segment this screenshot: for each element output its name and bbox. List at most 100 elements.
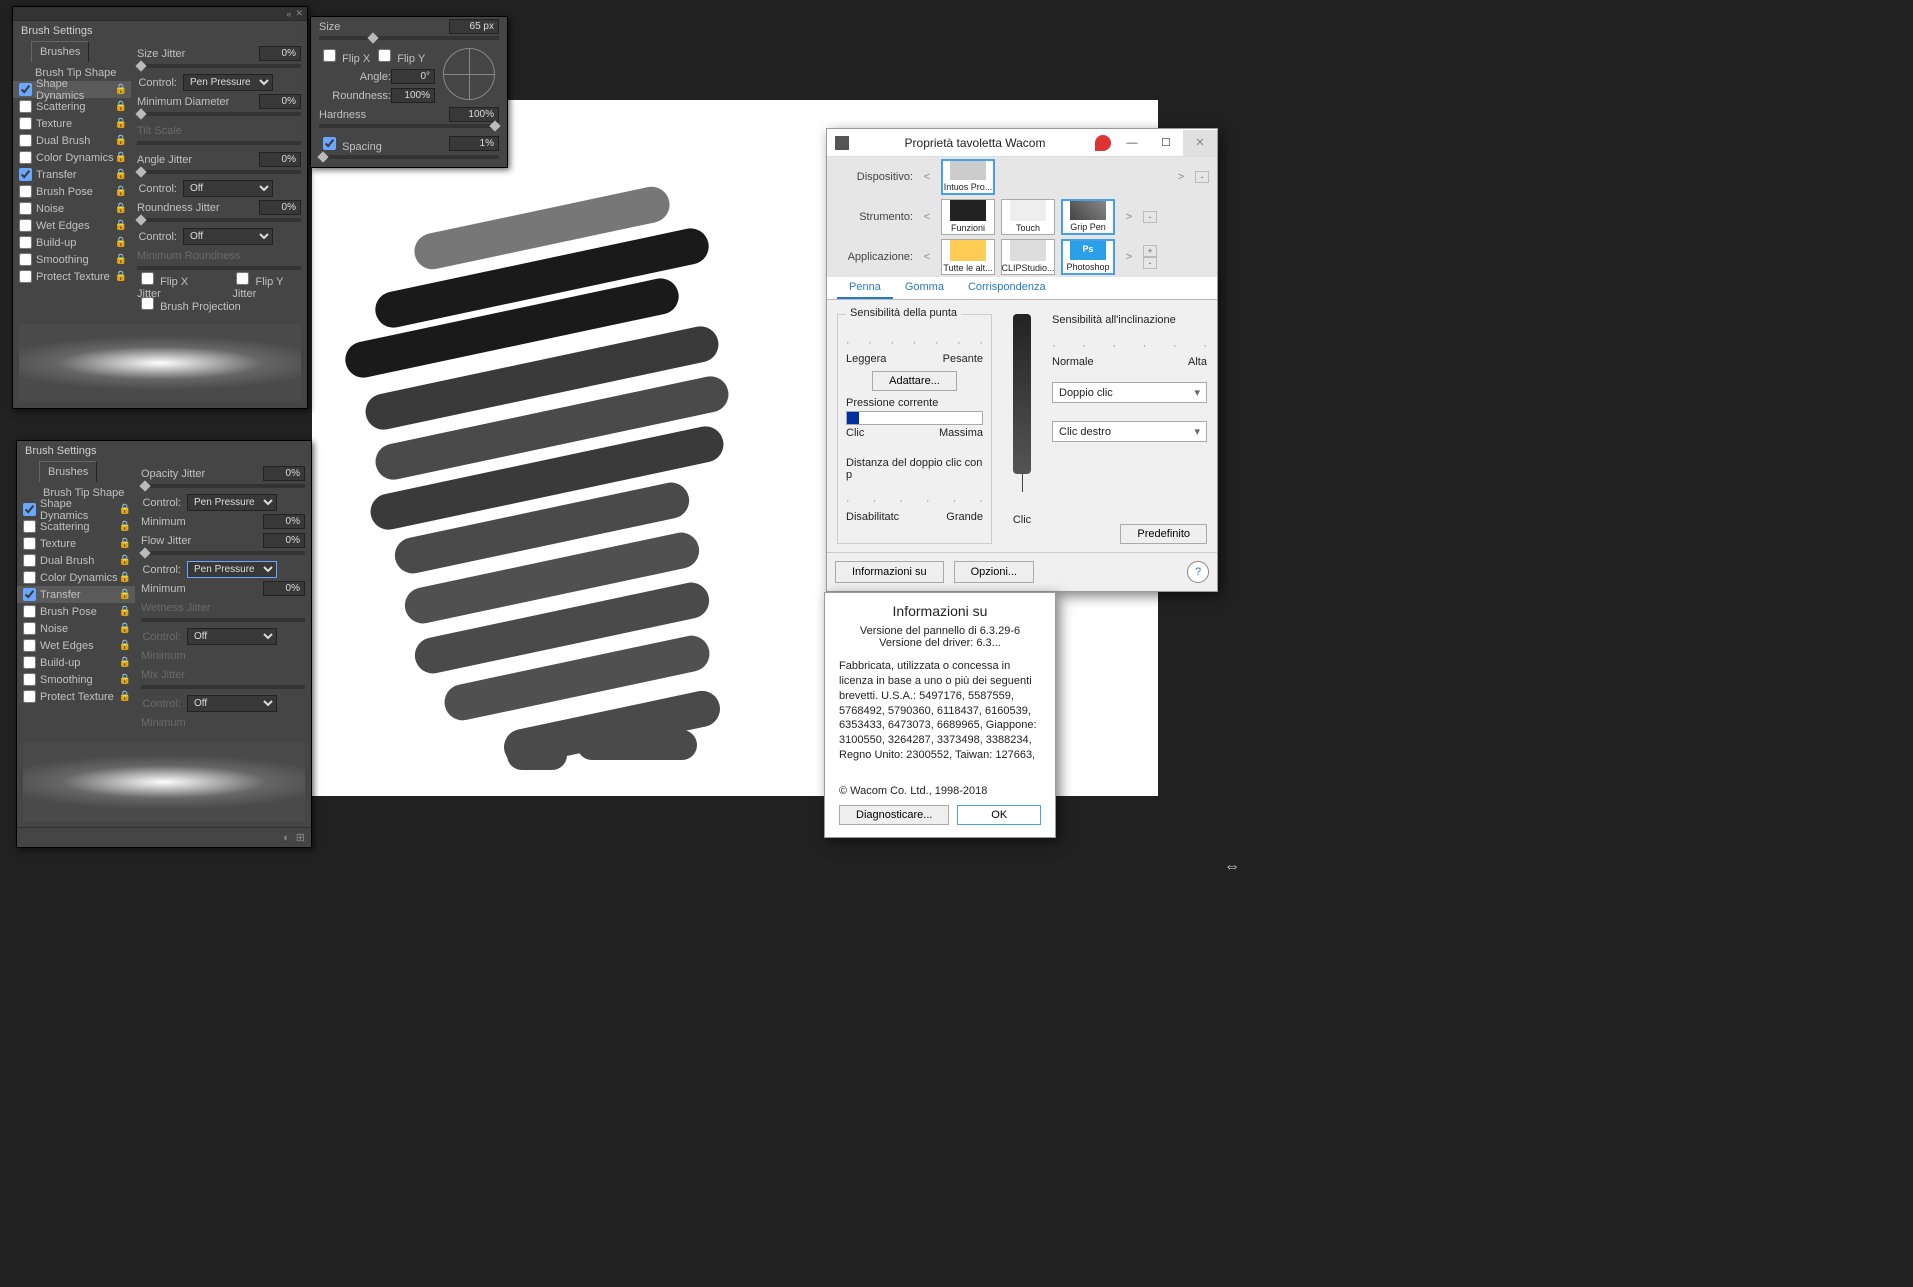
lock-icon[interactable]: 🔒	[115, 135, 127, 146]
spacing-checkbox[interactable]: Spacing	[319, 134, 382, 153]
brush-option-texture[interactable]: Texture🔒	[13, 115, 131, 132]
window-titlebar[interactable]: Proprietà tavoletta Wacom — ☐ ✕	[827, 129, 1217, 157]
remove-tool-button[interactable]: -	[1143, 211, 1157, 223]
brush-option-wet-edges[interactable]: Wet Edges🔒	[13, 217, 131, 234]
tab-mapping[interactable]: Corrispondenza	[956, 277, 1058, 299]
lock-icon[interactable]: 🔒	[115, 220, 127, 231]
opacity-control-select[interactable]: Pen Pressure	[187, 494, 277, 511]
flow-control-select[interactable]: Pen Pressure	[187, 561, 277, 578]
lock-icon[interactable]: 🔒	[115, 271, 127, 282]
collapse-icon[interactable]: «	[286, 9, 291, 19]
brush-option-brush-pose[interactable]: Brush Pose🔒	[17, 603, 135, 620]
brushes-tab[interactable]: Brushes	[31, 41, 89, 62]
roundness-jitter-value[interactable]: 0%	[259, 200, 301, 215]
brush-option-smoothing[interactable]: Smoothing🔒	[17, 671, 135, 688]
lock-icon[interactable]: 🔒	[115, 152, 127, 163]
lock-icon[interactable]: 🔒	[119, 606, 131, 617]
tab-pen[interactable]: Penna	[837, 277, 893, 299]
tilt-sensitivity-slider[interactable]: ······	[1052, 340, 1207, 352]
about-button[interactable]: Informazioni su	[835, 561, 944, 583]
options-button[interactable]: Opzioni...	[954, 561, 1034, 583]
opacity-jitter-value[interactable]: 0%	[263, 466, 305, 481]
brush-option-wet-edges[interactable]: Wet Edges🔒	[17, 637, 135, 654]
lock-icon[interactable]: 🔒	[119, 589, 131, 600]
device-intuos-pro[interactable]: Intuos Pro...	[941, 159, 995, 195]
brush-option-transfer[interactable]: Transfer🔒	[17, 586, 135, 603]
lock-icon[interactable]: 🔒	[119, 674, 131, 685]
angle-jitter-slider[interactable]	[137, 170, 301, 174]
lower-button-select[interactable]: Clic destro	[1052, 421, 1207, 442]
brush-option-color-dynamics[interactable]: Color Dynamics🔒	[17, 569, 135, 586]
roundness-control-select[interactable]: Off	[183, 228, 273, 245]
diagnose-button[interactable]: Diagnosticare...	[839, 805, 949, 825]
opacity-min-value[interactable]: 0%	[263, 514, 305, 529]
brush-option-protect-texture[interactable]: Protect Texture🔒	[13, 268, 131, 285]
spacing-slider[interactable]	[319, 155, 499, 159]
brush-option-smoothing[interactable]: Smoothing🔒	[13, 251, 131, 268]
prev-device-button[interactable]: <	[919, 171, 935, 183]
next-device-button[interactable]: >	[1173, 171, 1189, 183]
minimize-button[interactable]: —	[1115, 130, 1149, 156]
brush-option-build-up[interactable]: Build-up🔒	[17, 654, 135, 671]
brush-option-noise[interactable]: Noise🔒	[13, 200, 131, 217]
size-value[interactable]: 65 px	[449, 19, 499, 34]
min-diameter-value[interactable]: 0%	[259, 94, 301, 109]
opacity-jitter-slider[interactable]	[141, 484, 305, 488]
lock-icon[interactable]: 🔒	[119, 623, 131, 634]
remove-app-button[interactable]: -	[1143, 257, 1157, 269]
lock-icon[interactable]: 🔒	[119, 691, 131, 702]
upper-button-select[interactable]: Doppio clic	[1052, 382, 1207, 403]
app-all[interactable]: Tutte le alt...	[941, 239, 995, 275]
flow-jitter-slider[interactable]	[141, 551, 305, 555]
brush-option-protect-texture[interactable]: Protect Texture🔒	[17, 688, 135, 705]
lock-icon[interactable]: 🔒	[119, 572, 131, 583]
brush-option-texture[interactable]: Texture🔒	[17, 535, 135, 552]
tool-touch[interactable]: Touch	[1001, 199, 1055, 235]
remove-device-button[interactable]: -	[1195, 171, 1209, 183]
brush-option-shape-dynamics[interactable]: Shape Dynamics🔒	[13, 81, 131, 98]
close-icon[interactable]: ✕	[295, 8, 303, 19]
lock-icon[interactable]: 🔒	[119, 504, 131, 515]
brush-option-dual-brush[interactable]: Dual Brush🔒	[17, 552, 135, 569]
min-diameter-slider[interactable]	[137, 112, 301, 116]
brush-option-color-dynamics[interactable]: Color Dynamics🔒	[13, 149, 131, 166]
lock-icon[interactable]: 🔒	[119, 521, 131, 532]
tab-eraser[interactable]: Gomma	[893, 277, 956, 299]
hardness-slider[interactable]	[319, 124, 499, 128]
add-app-button[interactable]: +	[1143, 245, 1157, 257]
maximize-button[interactable]: ☐	[1149, 130, 1183, 156]
panel-titlebar[interactable]: «✕	[13, 7, 307, 21]
brush-option-brush-pose[interactable]: Brush Pose🔒	[13, 183, 131, 200]
prev-tool-button[interactable]: <	[919, 211, 935, 223]
brush-option-noise[interactable]: Noise🔒	[17, 620, 135, 637]
help-button[interactable]: ?	[1187, 561, 1209, 583]
default-button[interactable]: Predefinito	[1120, 524, 1207, 544]
size-jitter-slider[interactable]	[137, 64, 301, 68]
app-photoshop[interactable]: PsPhotoshop	[1061, 239, 1115, 275]
lock-icon[interactable]: 🔒	[119, 538, 131, 549]
lock-icon[interactable]: 🔒	[119, 555, 131, 566]
next-app-button[interactable]: >	[1121, 251, 1137, 263]
close-button[interactable]: ✕	[1183, 130, 1217, 156]
angle-jitter-value[interactable]: 0%	[259, 152, 301, 167]
toggle-preview-icon[interactable]: ◐	[283, 832, 290, 844]
brush-option-shape-dynamics[interactable]: Shape Dynamics🔒	[17, 501, 135, 518]
size-jitter-value[interactable]: 0%	[259, 46, 301, 61]
lock-icon[interactable]: 🔒	[115, 237, 127, 248]
flow-min-value[interactable]: 0%	[263, 581, 305, 596]
brush-projection-checkbox[interactable]: Brush Projection	[137, 294, 241, 313]
tip-sensitivity-slider[interactable]: ·······	[846, 337, 983, 349]
lock-icon[interactable]: 🔒	[115, 186, 127, 197]
angle-control-select[interactable]: Off	[183, 180, 273, 197]
angle-value[interactable]: 0°	[391, 69, 435, 84]
next-tool-button[interactable]: >	[1121, 211, 1137, 223]
brush-option-dual-brush[interactable]: Dual Brush🔒	[13, 132, 131, 149]
size-slider[interactable]	[319, 36, 499, 40]
prev-app-button[interactable]: <	[919, 251, 935, 263]
lock-icon[interactable]: 🔒	[115, 101, 127, 112]
roundness-jitter-slider[interactable]	[137, 218, 301, 222]
tool-grip-pen[interactable]: Grip Pen	[1061, 199, 1115, 235]
lock-icon[interactable]: 🔒	[115, 84, 127, 95]
flip-x-checkbox[interactable]: Flip X	[319, 46, 370, 65]
ok-button[interactable]: OK	[957, 805, 1041, 825]
